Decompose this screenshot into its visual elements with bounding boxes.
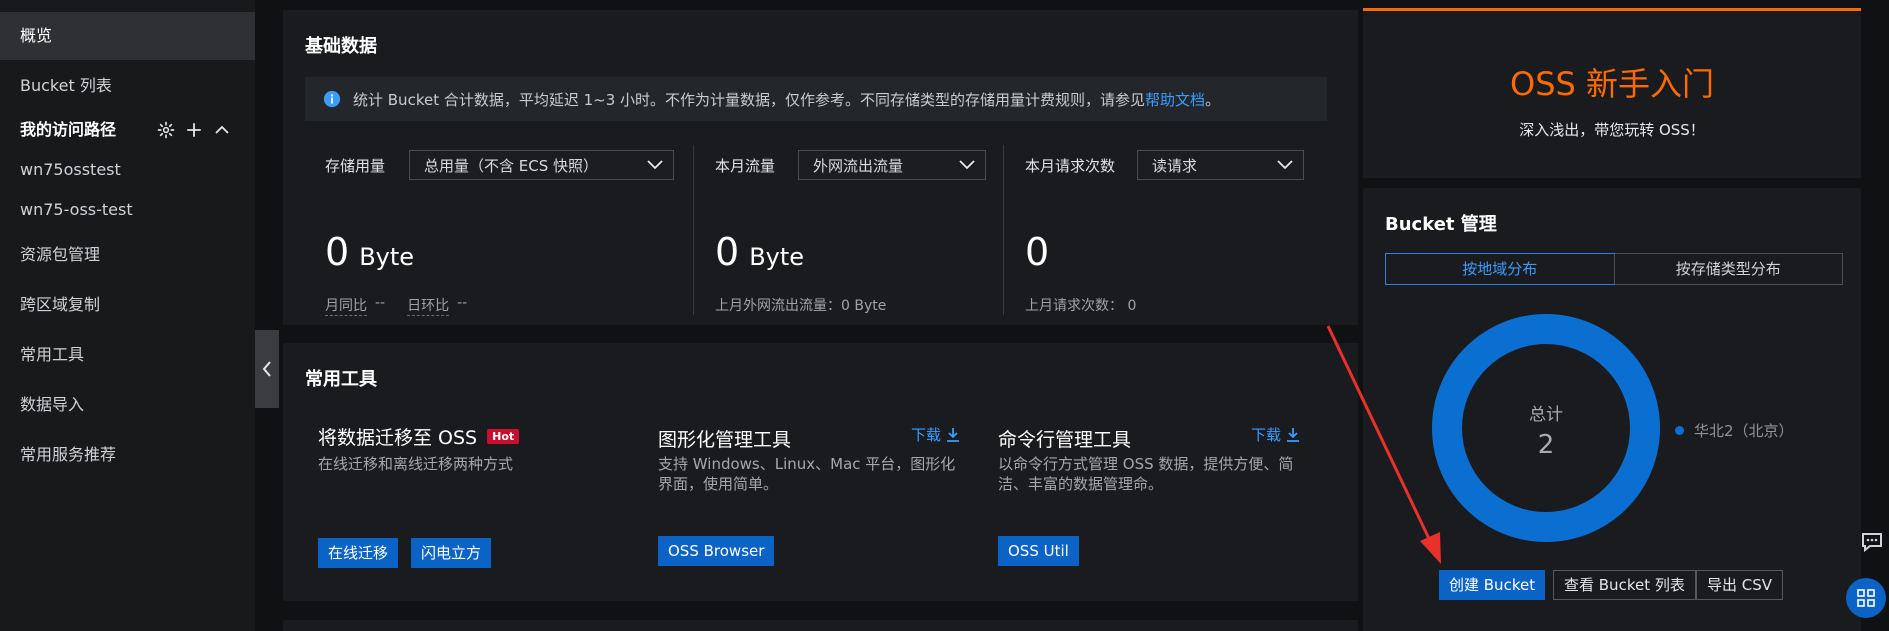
gear-icon[interactable] [155,119,177,141]
requests-select[interactable]: 读请求 [1137,150,1304,180]
cli-download-link[interactable]: 下载 [1251,424,1301,445]
sidebar-item-label: 常用服务推荐 [20,445,117,464]
divider [693,145,694,315]
yoy-label: 月同比 [325,295,367,316]
sidebar-item-cross-region-replication[interactable]: 跨区域复制 [0,281,255,329]
view-bucket-list-button[interactable]: 查看 Bucket 列表 [1553,570,1696,600]
traffic-label: 本月流量 [715,157,776,175]
sidebar-item-label: 跨区域复制 [20,295,101,314]
chevron-down-icon [959,160,975,170]
legend-label: 华北2（北京） [1694,422,1794,440]
mom-label: 日环比 [407,295,450,316]
online-migration-button[interactable]: 在线迁移 [318,538,399,568]
migrate-title: 将数据迁移至 OSS [318,427,478,449]
requests-last-month: 上月请求次数： 0 [1025,298,1137,314]
apps-icon[interactable] [1846,578,1886,618]
chevron-down-icon [647,160,663,170]
cli-tool-title: 命令行管理工具 [998,429,1132,451]
gui-tool-title: 图形化管理工具 [658,429,792,451]
mom-value: -- [457,295,468,311]
storage-compare: 月同比 -- 日环比 -- [325,295,467,316]
bucket-mgmt-panel: Bucket 管理 按地域分布 按存储类型分布 总计 2 华北2（北京） 创建 … [1363,188,1861,631]
sidebar-item-overview[interactable]: 概览 [0,12,255,60]
sidebar-item-bucket-list[interactable]: Bucket 列表 [0,62,255,110]
download-icon [947,427,960,442]
traffic-select-value: 外网流出流量 [813,156,904,175]
traffic-number: 0 [715,230,740,274]
donut-ring [1432,314,1660,542]
sidebar-item-label: wn75-oss-test [20,200,133,219]
requests-number: 0 [1025,230,1050,274]
migrate-desc: 在线迁移和离线迁移两种方式 [318,455,514,473]
legend-dot [1675,426,1684,435]
bucket-mgmt-title: Bucket 管理 [1385,214,1497,235]
gui-download-link[interactable]: 下载 [911,424,961,445]
gui-tool-desc: 支持 Windows、Linux、Mac 平台，图形化界面，使用简单。 [658,455,956,493]
donut-chart [1432,314,1660,542]
traffic-select[interactable]: 外网流出流量 [798,150,986,180]
info-suffix: 。 [1205,90,1221,109]
tab-by-storage-class[interactable]: 按存储类型分布 [1613,254,1843,284]
distribution-tabs: 按地域分布 按存储类型分布 [1385,253,1843,285]
sidebar-item-recommended-services[interactable]: 常用服务推荐 [0,431,255,479]
requests-label: 本月请求次数 [1025,157,1116,175]
sidebar-item-label: 常用工具 [20,345,85,364]
download-icon [1287,427,1300,442]
traffic-unit: Byte [749,243,805,271]
donut-total-value: 2 [1537,430,1555,460]
intro-panel: OSS 新手入门 深入浅出，带您玩转 OSS！ [1363,8,1861,178]
yoy-value: -- [375,295,386,311]
download-label: 下载 [1251,426,1282,444]
plus-icon[interactable] [183,119,205,141]
info-bar: 统计 Bucket 合计数据，平均延迟 1~3 小时。不作为计量数据，仅作参考。… [305,77,1327,121]
tab-by-region[interactable]: 按地域分布 [1385,253,1615,285]
export-csv-button[interactable]: 导出 CSV [1696,570,1784,600]
sidebar-item-label: 资源包管理 [20,245,101,264]
help-doc-link[interactable]: 帮助文档 [1145,89,1205,110]
donut-total-label: 总计 [1529,405,1563,425]
info-text: 统计 Bucket 合计数据，平均延迟 1~3 小时。不作为计量数据，仅作参考。… [353,90,1146,109]
migrate-header: 将数据迁移至 OSS Hot [318,423,520,450]
create-bucket-button[interactable]: 创建 Bucket [1439,570,1546,600]
storage-number: 0 [325,230,350,274]
storage-select-value: 总用量（不含 ECS 快照） [424,156,599,175]
sidebar: 概览 Bucket 列表 我的访问路径 wn75osstest wn75-oss… [0,0,255,631]
storage-label: 存储用量 [325,157,386,175]
traffic-last-month: 上月外网流出流量：0 Byte [715,298,887,314]
sidebar-item-label: 概览 [20,26,53,45]
storage-unit: Byte [359,243,415,271]
sidebar-item-label: wn75osstest [20,160,121,179]
basic-data-title: 基础数据 [305,36,377,57]
next-panel [283,620,1358,631]
divider [1003,145,1004,315]
storage-value: 0 Byte [325,230,414,274]
sidebar-item-data-import[interactable]: 数据导入 [0,381,255,429]
traffic-value: 0 Byte [715,230,804,274]
sidebar-item-wn75-oss-test[interactable]: wn75-oss-test [0,186,255,234]
chevron-up-icon[interactable] [211,119,233,141]
oss-util-button[interactable]: OSS Util [998,536,1079,566]
basic-data-panel: 基础数据 统计 Bucket 合计数据，平均延迟 1~3 小时。不作为计量数据，… [283,10,1358,325]
storage-select[interactable]: 总用量（不含 ECS 快照） [409,150,674,180]
feedback-icon[interactable] [1858,528,1886,556]
sidebar-item-resource-packages[interactable]: 资源包管理 [0,231,255,279]
cli-tool-desc: 以命令行方式管理 OSS 数据，提供方便、简洁、丰富的数据管理命。 [998,455,1294,493]
sidebar-item-label: 数据导入 [20,395,85,414]
sidebar-item-label: Bucket 列表 [20,76,112,95]
chevron-left-icon [262,361,271,377]
sidebar-item-common-tools[interactable]: 常用工具 [0,331,255,379]
tools-panel: 常用工具 将数据迁移至 OSS Hot 在线迁移和离线迁移两种方式 在线迁移 闪… [283,343,1358,601]
info-icon [323,90,341,108]
download-label: 下载 [911,426,942,444]
oss-browser-button[interactable]: OSS Browser [658,536,775,566]
sidebar-collapse-button[interactable] [255,330,279,408]
intro-title[interactable]: OSS 新手入门 [1363,59,1861,105]
lightning-cube-button[interactable]: 闪电立方 [411,538,492,568]
tools-title: 常用工具 [305,369,377,390]
chevron-down-icon [1277,160,1293,170]
requests-select-value: 读请求 [1152,156,1198,175]
intro-subtitle: 深入浅出，带您玩转 OSS！ [1519,121,1705,139]
hot-badge: Hot [487,429,520,444]
legend-item[interactable]: 华北2（北京） [1675,420,1794,441]
